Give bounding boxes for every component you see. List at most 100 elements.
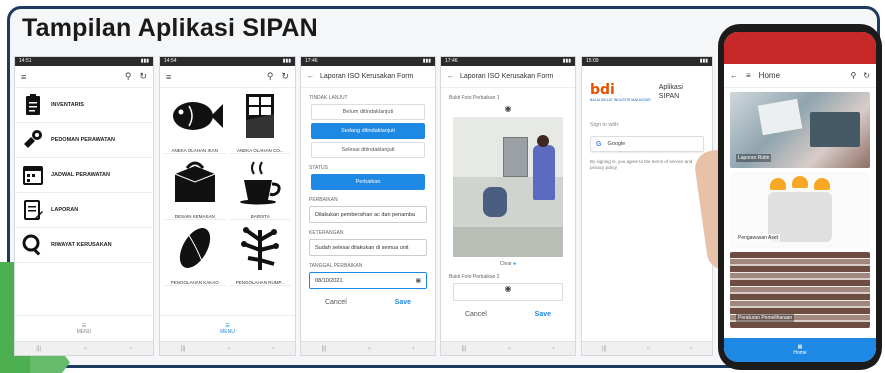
phone-title: Home — [758, 71, 781, 80]
recents-icon[interactable]: ||| — [36, 346, 41, 352]
option-selesai[interactable]: Selesai ditindaklanjuti — [311, 142, 425, 158]
refresh-icon[interactable]: ↻ — [139, 71, 147, 82]
back-arrow-icon[interactable]: ← — [307, 73, 314, 80]
form-actions: Cancel Save — [441, 311, 575, 318]
menu-item-jadwal[interactable]: JADWAL PERAWATAN — [15, 158, 153, 193]
back-arrow-icon[interactable]: ← — [730, 71, 738, 80]
menu-item-laporan[interactable]: LAPORAN — [15, 193, 153, 228]
field-label-tindak-lanjut: TINDAK LANJUT — [309, 95, 348, 101]
recents-icon[interactable]: ||| — [462, 346, 467, 352]
recents-icon[interactable]: ||| — [602, 346, 607, 352]
tile-pengolahan-kakao[interactable]: PENGOLAHAN KAKAO — [164, 224, 226, 286]
field-label-photo-1: Bukti Foto Perbaikan 1 — [449, 95, 500, 101]
hamburger-icon[interactable]: ≡ — [166, 72, 171, 82]
slide: Tampilan Aplikasi SIPAN 14:51 ▮▮▮ ≡ ⚲ ↻ IN… — [0, 0, 885, 373]
tile-aneka-coklat[interactable]: ANEKA OLAHAN CO... — [229, 92, 291, 154]
card-pengawasan-aset[interactable]: Pengawasan Aset — [730, 172, 870, 248]
field-label-photo-2: Bukti Foto Perbaikan 2 — [449, 274, 500, 280]
helmet-1 — [770, 178, 786, 190]
chocolate-bar-icon — [246, 94, 275, 138]
calendar-icon — [23, 166, 43, 185]
back-icon[interactable]: ‹ — [272, 346, 274, 352]
app-toolbar: ≡ ⚲ ↻ — [160, 66, 295, 88]
menu-item-label: INVENTARIS — [51, 102, 84, 108]
home-icon[interactable]: ○ — [647, 346, 651, 352]
phone-app-bar: ← ≡ Home ⚲ ↻ — [724, 64, 876, 88]
home-icon[interactable]: ○ — [227, 346, 231, 352]
clipboard-icon — [26, 94, 40, 115]
status-button[interactable]: Perbaikan — [311, 174, 425, 190]
tile-desain-kemasan[interactable]: DESAIN KEMASAN — [164, 158, 226, 220]
google-signin-button[interactable]: G Google — [590, 136, 704, 152]
bottom-nav[interactable]: ☰ MENU — [160, 315, 295, 341]
refresh-icon[interactable]: ↻ — [863, 71, 870, 80]
bottom-nav-label: MENU — [220, 328, 235, 335]
tile-label: ANEKA OLAHAN CO... — [236, 148, 284, 153]
cancel-button[interactable]: Cancel — [465, 311, 487, 318]
home-icon[interactable]: ○ — [508, 346, 512, 352]
back-icon[interactable]: ‹ — [412, 346, 414, 352]
back-icon[interactable]: ‹ — [130, 346, 132, 352]
option-sedang[interactable]: Sedang ditindaklanjuti — [311, 123, 425, 139]
search-icon[interactable]: ⚲ — [850, 71, 856, 80]
system-nav-bar: ||| ○ ‹ — [15, 341, 153, 355]
signal-icon: ▮▮▮ — [140, 58, 149, 64]
tile-aneka-ikan[interactable]: ANEKA OLAHAN IKAN — [164, 92, 226, 154]
card-laporan-rutin[interactable]: Laporan Rutin — [730, 92, 870, 168]
tile-barista[interactable]: BARISTA — [229, 158, 291, 220]
photo-person-standing — [533, 145, 555, 200]
back-icon[interactable]: ‹ — [690, 346, 692, 352]
save-button[interactable]: Save — [395, 299, 411, 306]
photo-floor — [453, 227, 563, 257]
app-name-line-2: SIPAN — [658, 93, 680, 100]
phone-nav-label: Home — [793, 350, 807, 356]
recents-icon[interactable]: ||| — [322, 346, 327, 352]
refresh-icon[interactable]: ↻ — [281, 71, 289, 82]
system-nav-bar: ||| ○ ‹ — [582, 341, 712, 355]
wrench-hand-icon — [24, 130, 42, 148]
card-peraturan-pemeliharaan[interactable]: Peraturan Pemeliharaan — [730, 252, 870, 328]
tanggal-input[interactable]: 08/10/2021 ▦ — [309, 272, 427, 289]
status-bar: 14:54 ▮▮▮ — [160, 57, 295, 66]
bottom-nav[interactable]: ☰ MENU — [15, 315, 153, 341]
search-icon[interactable]: ⚲ — [125, 71, 132, 82]
bottom-nav-label: MENU — [76, 328, 92, 335]
status-time: 17:46 — [305, 58, 318, 64]
logo-text: bdi — [590, 82, 615, 98]
back-icon[interactable]: ‹ — [552, 346, 554, 352]
tile-label: PENGOLAHAN KAKAO — [170, 280, 219, 285]
calendar-icon[interactable]: ▦ — [416, 278, 421, 284]
app-toolbar: ≡ ⚲ ↻ — [15, 66, 153, 88]
cocoa-pod-icon — [179, 228, 210, 268]
perbaikan-input[interactable]: Dilakukan pembersihan ac dan penamba — [309, 206, 427, 223]
photo-2-placeholder[interactable]: ◉ — [453, 283, 563, 301]
photo-person-kneeling — [483, 187, 507, 217]
keterangan-input[interactable]: Sudah selesai dilakukan di semua unit — [309, 239, 427, 256]
signal-icon: ▮▮▮ — [699, 58, 708, 64]
status-time: 14:51 — [19, 58, 32, 64]
phone-mockup: ← ≡ Home ⚲ ↻ Laporan Rutin Pengawasan Aset … — [718, 24, 882, 370]
coffee-cup-icon — [240, 161, 281, 205]
cancel-button[interactable]: Cancel — [325, 299, 347, 306]
tile-pengolahan-rumput[interactable]: PENGOLAHAN RUMP... — [229, 224, 291, 286]
back-arrow-icon[interactable]: ← — [447, 73, 454, 80]
camera-icon[interactable]: ◉ — [441, 104, 575, 113]
magnifier-icon — [22, 234, 41, 256]
clear-link[interactable]: Clear ● — [441, 261, 575, 267]
search-icon[interactable]: ⚲ — [267, 71, 274, 82]
home-icon[interactable]: ○ — [84, 346, 88, 352]
status-bar: 15:09 ▮▮▮ — [582, 57, 712, 66]
hamburger-icon[interactable]: ≡ — [21, 72, 26, 82]
menu-item-riwayat[interactable]: RIWAYAT KERUSAKAN — [15, 228, 153, 263]
save-button[interactable]: Save — [535, 311, 551, 318]
home-icon[interactable]: ○ — [368, 346, 372, 352]
recents-icon[interactable]: ||| — [181, 346, 186, 352]
menu-item-label: RIWAYAT KERUSAKAN — [51, 242, 112, 248]
hamburger-icon[interactable]: ≡ — [746, 71, 751, 80]
phone-bottom-nav[interactable]: ▦ Home — [724, 338, 876, 362]
system-nav-bar: ||| ○ ‹ — [160, 341, 295, 355]
menu-item-inventaris[interactable]: INVENTARIS — [15, 88, 153, 123]
menu-item-pedoman[interactable]: PEDOMAN PERAWATAN — [15, 123, 153, 158]
option-belum[interactable]: Belum ditindaklanjuti — [311, 104, 425, 120]
repair-photo — [453, 117, 563, 257]
